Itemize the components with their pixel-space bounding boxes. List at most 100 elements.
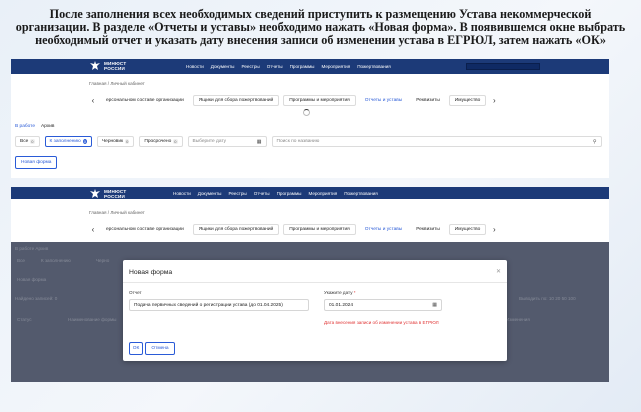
breadcrumb: Главная / Личный кабинет — [89, 81, 145, 86]
tab-donation-boxes[interactable]: Ящики для сбора пожертвований — [192, 224, 280, 235]
filter-overdue-label: Просрочено — [144, 139, 172, 144]
filter-all-count: 0 — [30, 139, 35, 144]
date-error-message: Дата внесения записи об изменении устава… — [324, 320, 439, 325]
instruction-text: После заполнения всех необходимых сведен… — [15, 7, 626, 47]
nav-events[interactable]: Мероприятия — [308, 191, 337, 196]
tab-property[interactable]: Имущество — [448, 95, 487, 106]
eagle-emblem-icon — [90, 189, 100, 198]
section-tabs: ‹ ерсональном составе организации Ящики … — [89, 224, 498, 235]
nav-programs[interactable]: Программы — [277, 191, 302, 196]
close-icon[interactable]: ✕ — [496, 268, 501, 275]
search-icon: ⚲ — [592, 138, 597, 145]
tab-personnel[interactable]: ерсональном составе организации — [101, 96, 189, 105]
dimmed-filter-all: Все — [17, 258, 25, 263]
tab-programs-events[interactable]: Программы и мероприятия — [283, 224, 356, 235]
nav-news[interactable]: Новости — [173, 191, 191, 196]
tab-reports-charters[interactable]: Отчеты и уставы — [359, 225, 408, 234]
new-form-button[interactable]: Новая форма — [15, 156, 58, 169]
nav-documents[interactable]: Документы — [198, 191, 222, 196]
modal-backdrop[interactable]: В работе Архив Все К заполнению Черно Но… — [11, 242, 609, 382]
nav-donations[interactable]: Пожертвования — [344, 191, 377, 196]
filter-overdue[interactable]: Просрочено 0 — [139, 136, 183, 147]
dimmed-col-name: Наименование формы — [68, 317, 117, 322]
report-label: Отчет — [129, 290, 142, 295]
filter-bar: Все 0 К заполнению 0 Черновик 0 Просроче… — [15, 136, 602, 147]
top-header: МИНЮСТ РОССИИ Новости Документы Реестры … — [11, 59, 609, 74]
tab-donation-boxes[interactable]: Ящики для сбора пожертвований — [192, 95, 280, 106]
filter-to-fill-label: К заполнению — [49, 139, 81, 144]
dimmed-filter-draft: Черно — [96, 258, 110, 263]
tabs-prev-arrow-icon[interactable]: ‹ — [89, 96, 97, 105]
minjust-logo[interactable]: МИНЮСТ РОССИИ — [89, 60, 126, 71]
filter-draft-count: 0 — [125, 139, 130, 144]
filter-all[interactable]: Все 0 — [15, 136, 40, 147]
required-mark: * — [353, 290, 356, 295]
dimmed-record-count: Найдено записей: 0 — [15, 296, 58, 301]
subtab-in-work[interactable]: В работе — [15, 124, 35, 129]
dimmed-filter-fill: К заполнению — [41, 258, 71, 263]
dimmed-new-form: Новая форма — [17, 277, 47, 282]
nav-news[interactable]: Новости — [186, 64, 204, 69]
search-input[interactable]: Поиск по названию ⚲ — [271, 136, 602, 147]
dialog-divider — [123, 282, 507, 283]
tab-requisites[interactable]: Реквизиты — [411, 96, 445, 105]
nav-registries[interactable]: Реестры — [228, 191, 246, 196]
tabs-next-arrow-icon[interactable]: › — [490, 96, 498, 105]
tabs-prev-arrow-icon[interactable]: ‹ — [89, 225, 97, 234]
minjust-logo[interactable]: МИНЮСТ РОССИИ — [89, 188, 126, 199]
tab-requisites[interactable]: Реквизиты — [411, 225, 445, 234]
date-label-text: Укажите дату — [324, 290, 353, 295]
search-placeholder: Поиск по названию — [276, 139, 320, 144]
loading-spinner-icon — [303, 109, 310, 116]
filter-overdue-count: 0 — [173, 139, 178, 144]
logo-line1: МИНЮСТ — [104, 188, 127, 194]
screenshot-new-form-modal: МИНЮСТ РОССИИ Новости Документы Реестры … — [11, 187, 609, 382]
logo-line2: РОССИИ — [104, 65, 126, 71]
nav-registries[interactable]: Реестры — [241, 64, 259, 69]
tabs-next-arrow-icon[interactable]: › — [490, 225, 498, 234]
report-select[interactable]: Подача первичных сведений о регистрации … — [129, 299, 309, 311]
breadcrumb: Главная / Личный кабинет — [89, 210, 145, 215]
nav-reports[interactable]: Отчеты — [254, 191, 270, 196]
main-nav: Новости Документы Реестры Отчеты Програм… — [186, 59, 391, 74]
screenshot-reports-page: МИНЮСТ РОССИИ Новости Документы Реестры … — [11, 59, 609, 178]
logo-line2: РОССИИ — [104, 193, 126, 199]
tab-reports-charters[interactable]: Отчеты и уставы — [359, 96, 408, 105]
user-account-box[interactable] — [466, 63, 540, 70]
dimmed-subtabs: В работе Архив — [15, 246, 49, 251]
nav-events[interactable]: Мероприятия — [321, 64, 350, 69]
calendar-icon[interactable]: ▦ — [432, 302, 437, 308]
main-nav: Новости Документы Реестры Отчеты Програм… — [173, 187, 378, 199]
filter-draft-label: Черновик — [101, 139, 124, 144]
filter-draft[interactable]: Черновик 0 — [96, 136, 135, 147]
section-tabs: ‹ ерсональном составе организации Ящики … — [89, 95, 498, 106]
filter-to-fill-count: 0 — [82, 139, 87, 144]
subtab-archive[interactable]: Архив — [41, 124, 54, 129]
nav-programs[interactable]: Программы — [290, 64, 315, 69]
nav-reports[interactable]: Отчеты — [267, 64, 283, 69]
tab-programs-events[interactable]: Программы и мероприятия — [283, 95, 356, 106]
logo-line1: МИНЮСТ — [104, 60, 127, 66]
dimmed-col-change: Изменения — [506, 317, 530, 322]
filter-all-label: Все — [20, 139, 29, 144]
report-select-value: Подача первичных сведений о регистрации … — [134, 302, 283, 308]
top-header: МИНЮСТ РОССИИ Новости Документы Реестры … — [11, 187, 609, 199]
ok-button[interactable]: ОК — [129, 342, 143, 355]
calendar-icon: ▦ — [256, 138, 262, 145]
new-form-dialog: Новая форма ✕ Отчет Подача первичных све… — [123, 260, 507, 361]
nav-donations[interactable]: Пожертвования — [357, 64, 390, 69]
dialog-title: Новая форма — [129, 269, 173, 276]
dimmed-col-status: Статус — [17, 317, 32, 322]
nav-documents[interactable]: Документы — [211, 64, 235, 69]
cancel-button[interactable]: Отмена — [145, 342, 175, 355]
dimmed-per-page: Выводить по: 10 20 50 100 — [519, 296, 576, 301]
eagle-emblem-icon — [90, 61, 100, 70]
filter-to-fill[interactable]: К заполнению 0 — [44, 136, 92, 147]
date-label: Укажите дату * — [324, 290, 356, 295]
date-filter-placeholder: Выберите дату — [192, 139, 227, 144]
date-input[interactable]: 01.01.2024 ▦ — [324, 299, 442, 311]
status-subtabs: В работе Архив — [15, 124, 54, 129]
tab-property[interactable]: Имущество — [448, 224, 487, 235]
date-filter-input[interactable]: Выберите дату ▦ — [187, 136, 267, 147]
tab-personnel[interactable]: ерсональном составе организации — [101, 225, 189, 234]
